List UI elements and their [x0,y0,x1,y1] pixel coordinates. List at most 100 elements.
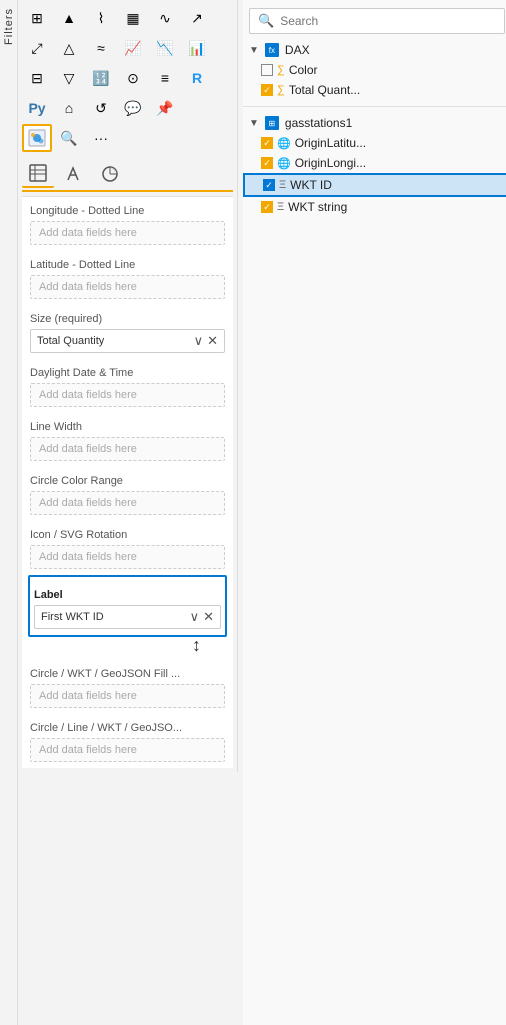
icon-area-chart[interactable]: ▲ [54,4,84,32]
circle-fill-drop[interactable]: Add data fields here [30,684,225,708]
origin-lat-checkbox[interactable]: ✓ [261,137,273,149]
label-value: First WKT ID [41,611,190,623]
search-input[interactable] [280,14,496,28]
latitude-label: Latitude - Dotted Line [22,251,233,273]
wkt-string-label: WKT string [288,200,347,214]
dax-group-header[interactable]: ▼ fx DAX [243,40,506,60]
circle-fill-label: Circle / WKT / GeoJSON Fill ... [22,660,233,682]
longitude-label: Longitude - Dotted Line [22,197,233,219]
wkt-id-checkbox[interactable]: ✓ [263,179,275,191]
color-checkbox[interactable] [261,64,273,76]
icon-list[interactable]: ≡ [150,64,180,92]
icon-panel: ⊞ ▲ ⌇ ▦ ∿ ↗ ⤢ △ ≈ 📈 📉 📊 ⊟ ▽ 🔢 ⊙ ≡ R Py ⌂ [18,0,238,772]
label-chevron[interactable]: ∨ [190,609,200,625]
icon-line-chart[interactable]: ⌇ [86,4,116,32]
icon-placeholder6 [182,94,212,122]
icon-chat[interactable]: 💬 [118,94,148,122]
calc-icon2: ∑ [277,84,285,96]
color-label: Color [289,63,318,77]
icon-number[interactable]: 🔢 [86,64,116,92]
search-icon: 🔍 [258,13,274,29]
total-quantity-checkbox[interactable]: ✓ [261,84,273,96]
tab-fields[interactable] [22,160,54,188]
gasstations-expand-icon: ▼ [249,118,259,129]
icon-expand[interactable]: ⤢ [22,34,52,62]
icon-grid2[interactable]: ⊟ [22,64,52,92]
wkt-id-item[interactable]: ✓ Ξ WKT ID [243,173,506,197]
icon-python[interactable]: Py [22,94,52,122]
dax-item-color[interactable]: ∑ Color [243,60,506,80]
icon-bar2[interactable]: 📊 [182,34,212,62]
dax-expand-icon: ▼ [249,45,259,56]
panel-tabs [22,160,233,192]
linewidth-drop[interactable]: Add data fields here [30,437,225,461]
size-label: Size (required) [22,305,233,327]
field-assignments: Longitude - Dotted Line Add data fields … [22,196,233,768]
globe-icon2: 🌐 [277,157,291,170]
origin-long-checkbox[interactable]: ✓ [261,157,273,169]
daylight-drop[interactable]: Add data fields here [30,383,225,407]
gasstations-table-icon: ⊞ [265,116,279,130]
origin-lat-label: OriginLatitu... [295,136,366,150]
icon-svg-drop[interactable]: Add data fields here [30,545,225,569]
filters-tab[interactable]: Filters [0,0,18,1025]
search-bar[interactable]: 🔍 [249,8,505,34]
icon-R[interactable]: R [182,64,212,92]
origin-lat-item[interactable]: ✓ 🌐 OriginLatitu... [243,133,506,153]
icon-bar-chart[interactable]: ▦ [118,4,148,32]
total-quantity-label: Total Quant... [289,83,360,97]
calc-icon: ∑ [277,64,285,76]
gasstations-group-header[interactable]: ▼ ⊞ gasstations1 [243,113,506,133]
field-icon1: Ξ [279,179,286,191]
circle-line-label: Circle / Line / WKT / GeoJSO... [22,714,233,736]
icon-line-up[interactable]: 📈 [118,34,148,62]
icon-wave[interactable]: ∿ [150,4,180,32]
wkt-id-label: WKT ID [290,178,332,192]
wkt-string-item[interactable]: ✓ Ξ WKT string [243,197,506,217]
icon-dots[interactable]: ··· [86,124,116,152]
icon-scatter[interactable]: ↗ [182,4,212,32]
size-remove[interactable]: ✕ [207,333,218,349]
circle-line-drop[interactable]: Add data fields here [30,738,225,762]
label-actions: ∨ ✕ [190,609,214,625]
circle-color-label: Circle Color Range [22,467,233,489]
icon-selected-map[interactable] [22,124,52,152]
wkt-string-checkbox[interactable]: ✓ [261,201,273,213]
tab-format[interactable] [58,160,90,188]
icon-home[interactable]: ⌂ [54,94,84,122]
dax-group-label: DAX [285,43,310,57]
field-icon2: Ξ [277,201,284,213]
icon-svg-label: Icon / SVG Rotation [22,521,233,543]
linewidth-label: Line Width [22,413,233,435]
icon-search[interactable]: 🔍 [54,124,84,152]
label-field[interactable]: First WKT ID ∨ ✕ [34,605,221,629]
fields-panel: 🔍 ▼ fx DAX ∑ Color ✓ ∑ Total Quant... [243,0,506,1025]
label-remove[interactable]: ✕ [203,609,214,625]
filters-label: Filters [3,8,15,45]
icon-circle[interactable]: ⊙ [118,64,148,92]
daylight-label: Daylight Date & Time [22,359,233,381]
dax-item-total-quantity[interactable]: ✓ ∑ Total Quant... [243,80,506,100]
label-section-box: Label First WKT ID ∨ ✕ [28,575,227,637]
size-field[interactable]: Total Quantity ∨ ✕ [30,329,225,353]
icon-funnel[interactable]: ▽ [54,64,84,92]
latitude-drop[interactable]: Add data fields here [30,275,225,299]
circle-color-drop[interactable]: Add data fields here [30,491,225,515]
icon-pin[interactable]: 📌 [150,94,180,122]
cursor-indicator: ↕ [22,635,233,656]
size-value: Total Quantity [37,335,194,347]
size-chevron[interactable]: ∨ [194,333,204,349]
icon-water[interactable]: ≈ [86,34,116,62]
icon-refresh[interactable]: ↺ [86,94,116,122]
longitude-drop[interactable]: Add data fields here [30,221,225,245]
icon-line-down[interactable]: 📉 [150,34,180,62]
globe-icon1: 🌐 [277,137,291,150]
dax-table-icon: fx [265,43,279,57]
icon-table[interactable]: ⊞ [22,4,52,32]
label-section-label: Label [30,581,225,603]
origin-long-item[interactable]: ✓ 🌐 OriginLongi... [243,153,506,173]
dax-group: ▼ fx DAX ∑ Color ✓ ∑ Total Quant... [243,38,506,102]
icon-mountain[interactable]: △ [54,34,84,62]
size-actions: ∨ ✕ [194,333,218,349]
tab-analytics[interactable] [94,160,126,188]
